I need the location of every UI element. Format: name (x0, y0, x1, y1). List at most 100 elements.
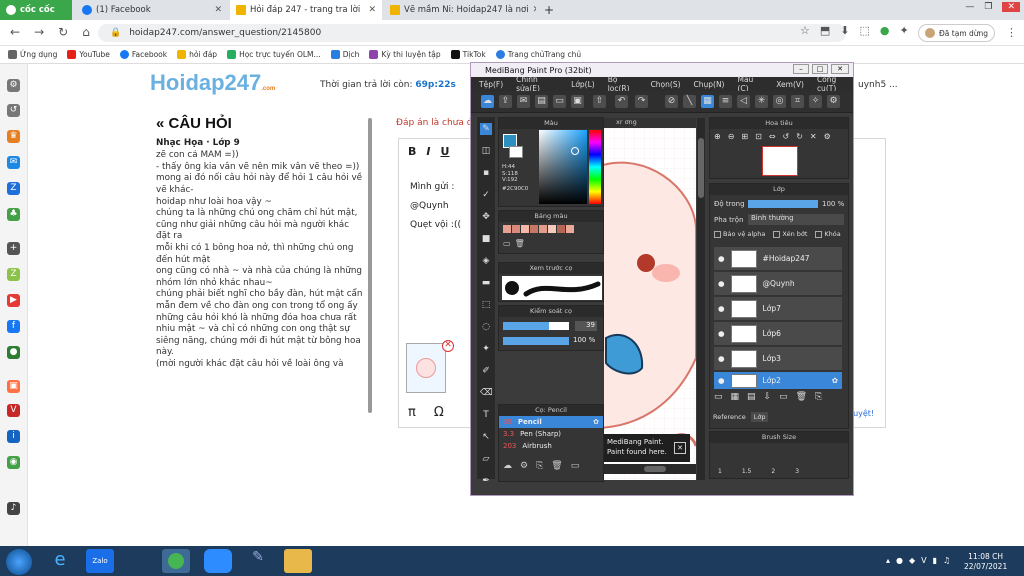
comment-icon[interactable]: ▤ (535, 95, 548, 108)
brush-opacity-slider[interactable] (503, 337, 569, 345)
circle-guide-icon[interactable]: ◎ (773, 95, 786, 108)
brush-item-airbrush[interactable]: 203 Airbrush (499, 440, 603, 452)
add-folder-icon[interactable]: ▤ (747, 392, 756, 402)
underline-button[interactable]: U (440, 145, 449, 158)
eye-icon[interactable]: ● (718, 354, 725, 363)
new-tab-button[interactable]: + (538, 0, 554, 20)
tab-reference[interactable]: Reference (710, 412, 749, 422)
tab-facebook[interactable]: (1) Facebook ✕ (76, 0, 228, 20)
coccoc-menu-button[interactable]: cốc cốc (0, 0, 72, 20)
close-tab-icon[interactable]: ✕ (533, 5, 536, 15)
actual-size-icon[interactable]: ⊡ (755, 132, 762, 141)
magic-wand-icon[interactable]: ✦ (480, 343, 492, 355)
no-entry-icon[interactable]: ⊘ (665, 95, 678, 108)
extension-icon[interactable]: ⬒ (820, 24, 830, 37)
select-rect-icon[interactable]: ⬚ (480, 299, 492, 311)
bookmark-exam[interactable]: Kỳ thi luyện tập (369, 50, 441, 59)
eye-icon[interactable]: ● (718, 304, 725, 313)
folder-icon[interactable]: ▭ (553, 95, 566, 108)
copy-layer-icon[interactable]: ⎘ (815, 392, 822, 402)
add-brush-icon[interactable]: ⚙ (520, 461, 528, 471)
layer-item[interactable]: ● #Hoidap247 (714, 247, 842, 271)
brush-item-pen-sharp[interactable]: 3.3 Pen (Sharp) (499, 428, 603, 440)
delete-palette-icon[interactable]: 🗑 (515, 239, 525, 248)
redo-icon[interactable]: ↷ (635, 95, 648, 108)
volume-icon[interactable]: ♫ (943, 556, 950, 565)
star-icon[interactable]: ☆ (800, 24, 810, 37)
palette-swatch[interactable] (521, 225, 529, 233)
minimize-icon[interactable]: — (965, 2, 974, 12)
network-icon[interactable]: ▮ (933, 556, 937, 565)
file-explorer-icon[interactable] (284, 549, 312, 573)
palette-swatch[interactable] (539, 225, 547, 233)
bookmark-translate[interactable]: Dịch (330, 50, 359, 59)
menu-file[interactable]: Tệp(F) (479, 80, 503, 89)
eye-icon[interactable]: ● (718, 329, 725, 338)
mesh-icon[interactable]: ⌗ (791, 95, 804, 108)
spotify-icon[interactable]: ● (7, 346, 20, 359)
canvas-vertical-scrollbar[interactable] (697, 118, 705, 480)
zalo-taskbar-icon[interactable]: Zalo (86, 549, 114, 573)
zoom-out-icon[interactable]: ⊖ (728, 132, 735, 141)
app-icon[interactable]: Z (7, 268, 20, 281)
tab-vemamni[interactable]: Vẽ mầm Ni: Hoidap247 là nơi ✕ (384, 0, 536, 20)
zoom-in-icon[interactable]: ⊕ (714, 132, 721, 141)
undo-icon[interactable]: ↶ (615, 95, 628, 108)
location-icon[interactable]: ◉ (7, 456, 20, 469)
gamepad-icon[interactable]: ♣ (7, 208, 20, 221)
grid-icon[interactable]: ▦ (701, 95, 714, 108)
profile-paused-button[interactable]: Đã tạm dừng (918, 24, 996, 42)
maximize-icon[interactable]: □ (812, 64, 828, 74)
zalo-icon[interactable]: Z (7, 182, 20, 195)
youtube-icon[interactable]: ▶ (7, 294, 20, 307)
tray-shield-icon[interactable]: ◆ (909, 556, 915, 565)
layer-item[interactable]: ● @Quynh (714, 272, 842, 296)
brush-settings-icon[interactable]: ✿ (593, 418, 599, 426)
remove-image-icon[interactable]: ✕ (442, 340, 454, 352)
tab-layer[interactable]: Lớp (750, 412, 769, 422)
blend-mode-select[interactable]: Bình thường (748, 214, 844, 225)
menu-layer[interactable]: Lớp(L) (571, 80, 595, 89)
menu-select[interactable]: Chọn(S) (651, 80, 681, 89)
vpn-icon[interactable]: V (921, 556, 926, 565)
url-field[interactable]: 🔒 hoidap247.com/answer_question/2145800 (98, 24, 846, 42)
settings-icon[interactable]: ⚙ (827, 95, 840, 108)
delete-brush-icon[interactable]: 🗑 (551, 461, 562, 471)
history-icon[interactable]: ↺ (7, 104, 20, 117)
site-logo[interactable]: Hoidap247.com (150, 70, 275, 96)
fit-icon[interactable]: ⊞ (741, 132, 748, 141)
dot-tool-icon[interactable]: ▪ (480, 167, 492, 179)
coccoc-extension-icon[interactable]: ● (880, 24, 890, 37)
export-icon[interactable]: ⇧ (593, 95, 606, 108)
bookmark-olm[interactable]: Học trực tuyến OLM... (227, 50, 321, 59)
eyedropper-icon[interactable]: ✒ (480, 475, 492, 487)
messenger-icon[interactable]: ✉ (7, 156, 20, 169)
layer-item[interactable]: ● Lớp7 (714, 297, 842, 321)
radial-icon[interactable]: ✳ (755, 95, 768, 108)
rotate-left-icon[interactable]: ↺ (783, 132, 790, 141)
bookmark-youtube[interactable]: YouTube (67, 50, 110, 59)
alpha-protect-checkbox[interactable]: Bảo vệ alpha (714, 230, 765, 238)
more-menu-icon[interactable]: ⋮ (1006, 26, 1017, 39)
duplicate-brush-icon[interactable]: ⎘ (536, 461, 543, 471)
stripes-icon[interactable]: ≡ (719, 95, 732, 108)
layer-settings-icon[interactable]: ✿ (832, 376, 838, 385)
layer-item-selected[interactable]: ● Lớp2 ✿ (714, 372, 842, 390)
attached-image-thumbnail[interactable] (406, 343, 446, 393)
move-icon[interactable]: ✥ (480, 211, 492, 223)
flip-icon[interactable]: ⇔ (769, 132, 776, 141)
nav-settings-icon[interactable]: ⚙ (824, 132, 831, 141)
paint-taskbar-icon[interactable]: ✎ (244, 549, 272, 573)
brush-size-option[interactable]: 1.5 (742, 468, 752, 475)
reload-icon[interactable]: ↻ (58, 25, 68, 39)
bookmark-apps[interactable]: Ứng dụng (8, 50, 57, 59)
layer-item[interactable]: ● Lớp3 (714, 347, 842, 371)
layer-item[interactable]: ● Lớp6 (714, 322, 842, 346)
add-layer-icon[interactable]: ▭ (714, 392, 723, 402)
pi-symbol-button[interactable]: π (408, 405, 416, 420)
snap-off-icon[interactable]: ✧ (809, 95, 822, 108)
close-tooltip-icon[interactable]: ✕ (674, 442, 686, 454)
tab-hoidap247[interactable]: Hỏi đáp 247 - trang tra lời ✕ (230, 0, 382, 20)
rotate-right-icon[interactable]: ↻ (796, 132, 803, 141)
bookmark-facebook[interactable]: Facebook (119, 50, 167, 59)
